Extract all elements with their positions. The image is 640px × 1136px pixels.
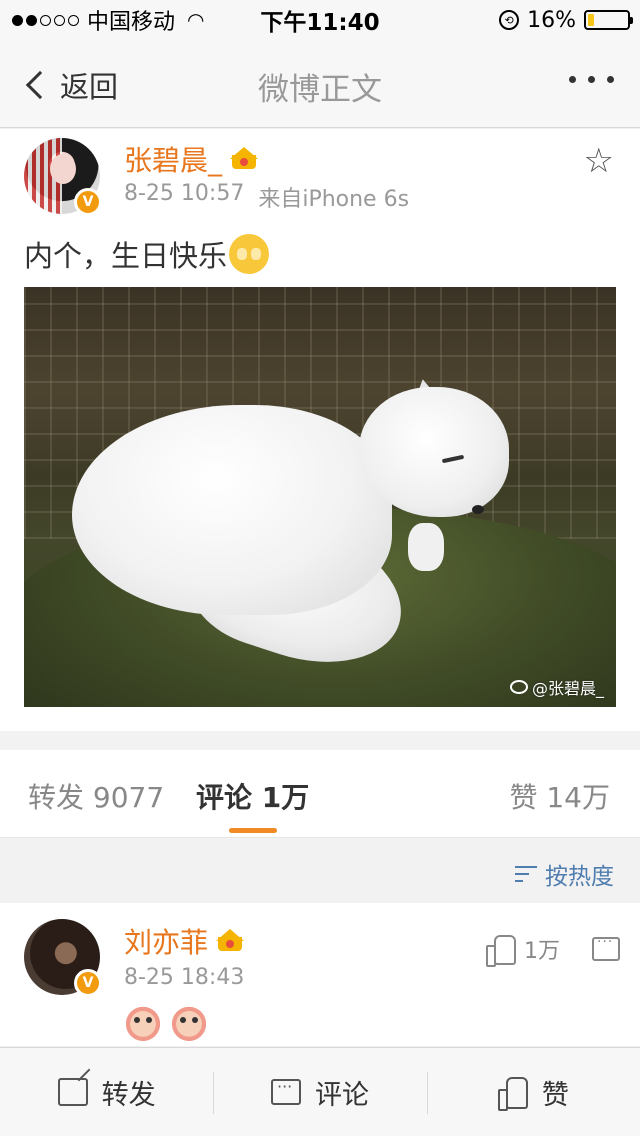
tab-likes[interactable]: 赞 14万 — [509, 776, 610, 816]
battery-level — [588, 14, 595, 26]
thumbs-up-icon — [497, 1077, 528, 1111]
tab-comments[interactable]: 评论 1万 — [196, 776, 309, 816]
author-name[interactable]: 张碧晨_ — [124, 139, 222, 179]
weibo-logo-icon — [509, 680, 528, 694]
image-watermark: @张碧晨_ — [509, 675, 604, 699]
bottom-action-bar: 转发 评论 赞 — [0, 1047, 640, 1136]
shy-face-emoji-icon — [229, 234, 270, 274]
like-button[interactable]: 赞 — [426, 1048, 640, 1136]
battery-percent: 16% — [527, 7, 576, 33]
comment-label: 评论 — [314, 1079, 369, 1111]
tab-reposts-label: 转发 — [28, 781, 85, 814]
tab-reposts-count: 9077 — [92, 781, 165, 814]
repost-button[interactable]: 转发 — [0, 1048, 213, 1136]
fox-body — [72, 405, 392, 615]
active-tab-indicator — [229, 828, 277, 833]
carrier-name: 中国移动 — [87, 10, 176, 35]
post-text: 内个，生日快乐 — [24, 233, 270, 275]
nav-bar: 返回 微博正文 — [0, 40, 640, 128]
tab-comments-label: 评论 — [196, 781, 253, 814]
crown-vip-icon — [230, 147, 259, 171]
interaction-tabs: 转发 9077 评论 1万 赞 14万 — [0, 750, 640, 838]
favorite-star-icon[interactable]: ☆ — [584, 141, 614, 181]
comment-like-count: 1万 — [524, 939, 560, 964]
thumbs-up-icon — [486, 935, 516, 967]
comment-button[interactable]: 评论 — [213, 1048, 426, 1136]
fox-nose — [472, 505, 484, 514]
like-label: 赞 — [541, 1079, 569, 1111]
comment-like-button[interactable]: 1万 — [486, 933, 560, 967]
commenter-avatar[interactable]: V — [24, 919, 102, 997]
comment-item: V 刘亦菲 8-25 18:43 1万 — [0, 903, 640, 1046]
post-time: 8-25 10:57 — [124, 181, 245, 206]
post-image[interactable]: @张碧晨_ — [24, 287, 616, 707]
orientation-lock-icon: ⟲ — [499, 10, 520, 30]
watermark-text: @张碧晨_ — [531, 679, 604, 698]
tab-reposts[interactable]: 转发 9077 — [28, 776, 164, 816]
comment-stickers — [124, 1003, 208, 1041]
comment-time: 8-25 18:43 — [124, 965, 245, 990]
verified-badge-icon: V — [74, 188, 102, 216]
commenter-name[interactable]: 刘亦菲 — [124, 921, 208, 961]
sort-by-hot-button[interactable]: 按热度 — [515, 857, 614, 891]
verified-badge-icon: V — [74, 969, 102, 997]
cute-face-sticker-icon — [170, 1003, 208, 1041]
repost-icon — [57, 1078, 88, 1106]
author-name-row[interactable]: 张碧晨_ — [124, 139, 259, 179]
comment-icon — [270, 1077, 301, 1105]
post-meta: 8-25 10:57 来自iPhone 6s — [124, 181, 409, 213]
sort-row: 按热度 — [0, 839, 640, 903]
comment-reply-icon[interactable] — [592, 934, 620, 961]
signal-strength-icon — [12, 14, 79, 26]
tab-comments-count: 1万 — [261, 781, 310, 814]
back-button[interactable]: 返回 — [22, 64, 118, 106]
battery-icon — [584, 10, 633, 30]
tab-likes-label: 赞 — [509, 781, 538, 814]
cute-face-sticker-icon — [124, 1003, 162, 1041]
tab-likes-count: 14万 — [546, 781, 610, 814]
fox-paw — [408, 523, 444, 571]
back-label: 返回 — [60, 70, 119, 104]
post-text-content: 内个，生日快乐 — [24, 239, 228, 273]
sort-label: 按热度 — [545, 864, 614, 890]
crown-vip-icon — [216, 929, 245, 953]
author-avatar[interactable]: V — [24, 138, 102, 216]
commenter-name-row[interactable]: 刘亦菲 — [124, 921, 245, 961]
more-options-icon[interactable] — [569, 76, 614, 83]
post-card: V 张碧晨_ 8-25 10:57 来自iPhone 6s ☆ 内个，生日快乐 … — [0, 129, 640, 731]
chevron-left-icon — [25, 70, 55, 100]
wifi-icon: ◠ — [187, 8, 205, 32]
post-source: 来自iPhone 6s — [258, 187, 410, 212]
repost-label: 转发 — [101, 1079, 156, 1111]
status-bar: 中国移动 ◠ 下午11:40 ⟲ 16% — [0, 0, 640, 40]
sort-icon — [515, 865, 537, 883]
